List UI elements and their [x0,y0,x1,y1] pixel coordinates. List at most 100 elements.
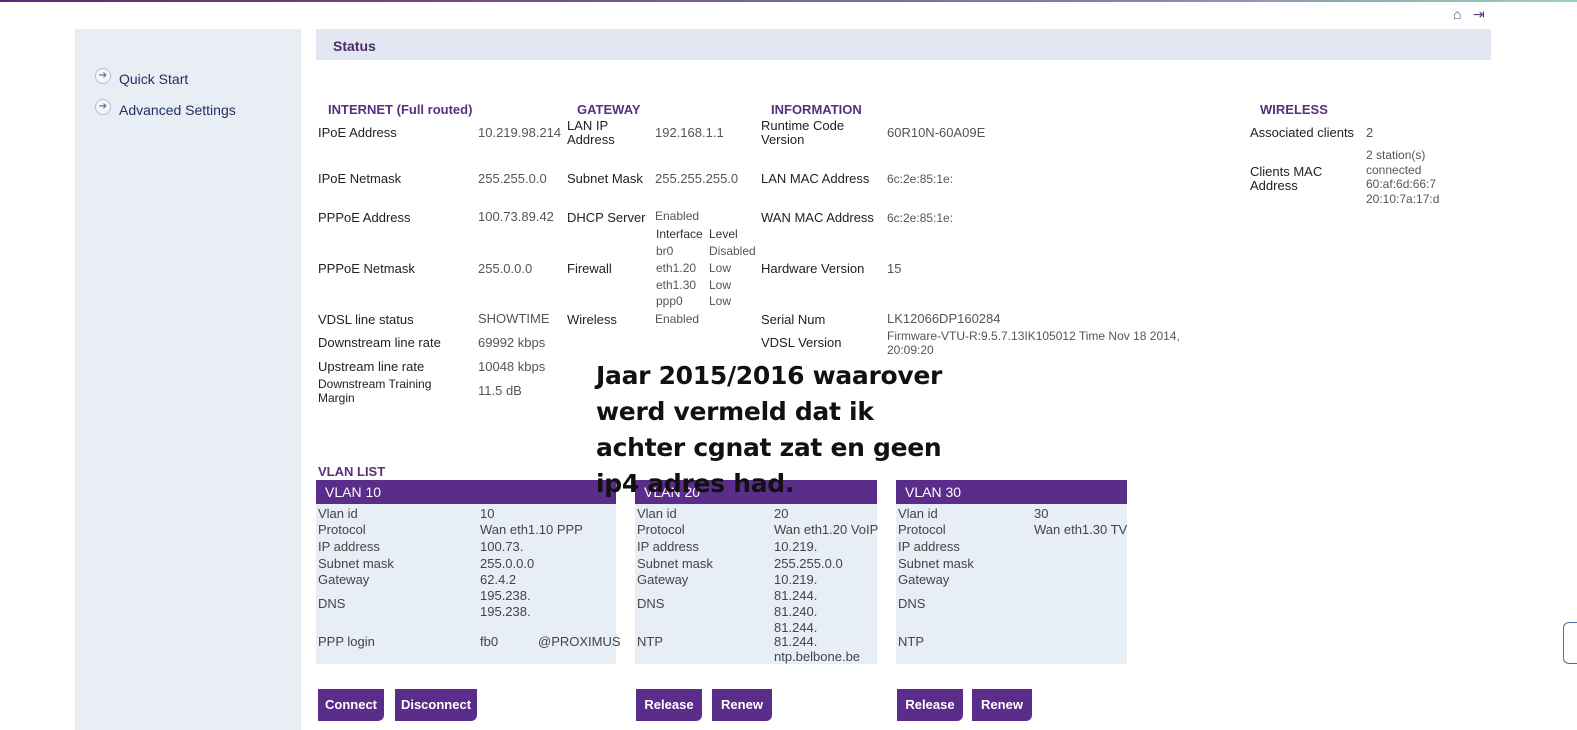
vdsl-line-status-value: SHOWTIME [478,311,550,326]
home-icon[interactable]: ⌂ [1453,6,1469,22]
hardware-version-value: 15 [887,261,902,276]
training-margin-label: Downstream Training Margin [318,377,432,405]
vlan10-dns-value-1: 195.238. [480,588,531,603]
vlan10-dns-value-2: 195.238. [480,604,531,619]
vlan30-vlanid-value: 30 [1034,506,1049,521]
firewall-iface-br0: br0 [656,244,674,258]
arrow-right-icon: ➔ [95,99,111,115]
dhcp-server-label: DHCP Server [567,210,646,225]
sidebar-item-quick-start[interactable]: ➔ Quick Start [95,68,189,87]
lan-mac-value: 6c:2e:85:1e: [887,172,954,186]
ipoe-address-value: 10.219.98.214 [478,125,562,140]
vlan30-protocol-label: Protocol [898,522,946,537]
vlan20-renew-button[interactable]: Renew [712,689,772,721]
downstream-rate-value: 69992 kbps [478,335,546,350]
vlan20-ntp-value-1: 81.244. [774,634,818,649]
vlan20-protocol-value: Wan eth1.20 VoIP [774,522,879,537]
vlan30-ip-label: IP address [898,539,960,554]
page-title: Status [333,38,376,54]
internet-section-title: INTERNET (Full routed) [328,102,473,117]
firewall-header-level: Level [709,227,738,241]
subnet-mask-label: Subnet Mask [567,171,643,186]
firewall-iface-ppp0: ppp0 [656,294,683,308]
firewall-header-interface: Interface [656,227,703,241]
vlan20-ip-value: 10.219. [774,539,818,554]
vlan30-protocol-value: Wan eth1.30 TV [1034,522,1128,537]
top-accent-bar [0,0,1577,2]
top-icons: ⌂ ⇥ [1453,6,1489,22]
vlan10-subnet-value: 255.0.0.0 [480,556,535,571]
disconnect-button[interactable]: Disconnect [395,689,477,721]
vlan10-ip-value: 100.73. [480,539,524,554]
vlan20-gateway-label: Gateway [637,572,689,587]
vdsl-line-status-label: VDSL line status [318,312,414,327]
vlan20-ip-label: IP address [637,539,699,554]
serial-num-value: LK12066DP160284 [887,311,1001,326]
runtime-code-value: 60R10N-60A09E [887,125,986,140]
lan-mac-label: LAN MAC Address [761,171,870,186]
firewall-level-ppp0: Low [709,294,732,308]
firewall-level-eth120: Low [709,261,732,275]
ipoe-netmask-value: 255.255.0.0 [478,171,547,186]
status-header: Status [316,29,1491,60]
vlan20-subnet-value: 255.255.0.0 [774,556,843,571]
firewall-label: Firewall [567,261,612,276]
vlan10-protocol-label: Protocol [318,522,366,537]
vlan10-dns-label: DNS [318,596,346,611]
pppoe-address-value: 100.73.89.42 [478,209,554,224]
annotation-overlay-text: Jaar 2015/2016 waarover werd vermeld dat… [596,361,943,498]
vlan10-gateway-label: Gateway [318,572,370,587]
sidebar-item-label: Quick Start [119,71,189,87]
pppoe-address-label: PPPoE Address [318,210,411,225]
clients-mac-1: 60:af:6d:66:7 [1366,177,1437,191]
clients-mac-summary: 2 station(s) connected [1366,148,1426,177]
vlan20-protocol-label: Protocol [637,522,685,537]
vlan20-dns-label: DNS [637,596,665,611]
dhcp-server-value: Enabled [655,209,700,223]
vlan30-release-button[interactable]: Release [897,689,963,721]
wireless-label: Wireless [567,312,617,327]
information-section-title: INFORMATION [771,102,862,117]
arrow-right-icon: ➔ [95,68,111,84]
vlan20-ntp-label: NTP [637,634,663,649]
sidebar-item-advanced-settings[interactable]: ➔ Advanced Settings [95,99,236,118]
gateway-section-title: GATEWAY [577,102,641,117]
vlan20-dns-value-3: 81.244. [774,620,818,635]
vlan10-subnet-label: Subnet mask [318,556,394,571]
vlan20-gateway-value: 10.219. [774,572,818,587]
ipoe-netmask-label: IPoE Netmask [318,171,402,186]
vlan30-gateway-label: Gateway [898,572,950,587]
firewall-level-eth130: Low [709,278,732,292]
vlan10-header: VLAN 10 [316,480,616,504]
vlan20-vlanid-value: 20 [774,506,789,521]
vlan10-protocol-value: Wan eth1.10 PPP [480,522,583,537]
firewall-level-br0: Disabled [709,244,756,258]
downstream-rate-label: Downstream line rate [318,335,441,350]
runtime-code-label: Runtime Code Version [761,118,845,147]
vlan20-release-button[interactable]: Release [636,689,702,721]
upstream-rate-label: Upstream line rate [318,359,425,374]
side-feedback-tab[interactable] [1563,622,1577,664]
lan-ip-value: 192.168.1.1 [655,125,724,140]
clients-mac-label: Clients MAC Address [1250,164,1323,193]
vlan20-dns-value-2: 81.240. [774,604,818,619]
sidebar-item-label: Advanced Settings [119,102,236,118]
wireless-section-title: WIRELESS [1260,102,1328,117]
connect-button[interactable]: Connect [318,689,384,721]
vlan20-vlanid-label: Vlan id [637,506,677,521]
hardware-version-label: Hardware Version [761,261,865,276]
associated-clients-label: Associated clients [1250,125,1355,140]
serial-num-label: Serial Num [761,312,826,327]
vlan10-ppp-login-value: fb0 [480,634,499,649]
firewall-iface-eth130: eth1.30 [656,278,697,292]
vlan10-vlanid-value: 10 [480,506,495,521]
vlan30-renew-button[interactable]: Renew [972,689,1032,721]
associated-clients-value: 2 [1366,125,1374,140]
upstream-rate-value: 10048 kbps [478,359,546,374]
vlan20-ntp-value-2: ntp.belbone.be [774,649,861,664]
subnet-mask-value: 255.255.255.0 [655,171,739,186]
pppoe-netmask-label: PPPoE Netmask [318,261,415,276]
vlan20-dns-value-1: 81.244. [774,588,818,603]
logout-icon[interactable]: ⇥ [1473,6,1489,22]
training-margin-value: 11.5 dB [478,383,522,398]
